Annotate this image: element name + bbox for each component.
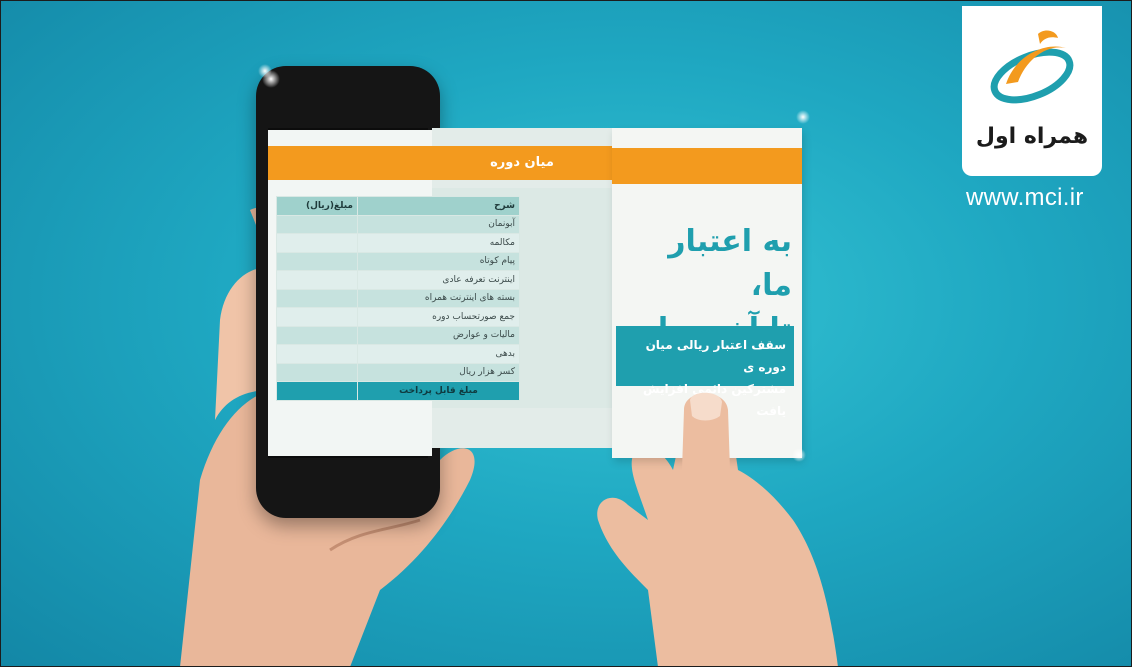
total-label: مبلغ قابل پرداخت	[357, 381, 520, 401]
row-label: اینترنت تعرفه عادی	[357, 270, 520, 290]
orange-band	[612, 148, 802, 184]
table-row: آبونمان	[276, 214, 520, 234]
table-header-row: شرح مبلغ(ریال)	[276, 196, 520, 216]
website-url: www.mci.ir	[966, 184, 1084, 211]
row-label: مالیات و عوارض	[357, 325, 520, 345]
subheadline-box: سقف اعتبار ریالی میان دوره ی مشترکین دائ…	[616, 326, 794, 418]
row-label: بدهی	[357, 344, 520, 364]
brand-name: همراه اول	[975, 124, 1089, 149]
headline-line-1: به اعتبار ما،	[668, 224, 792, 303]
table-row: مالیات و عوارض	[276, 325, 520, 345]
table-row: کسر هزار ریال	[276, 362, 520, 382]
header-amount: مبلغ(ریال)	[276, 196, 358, 216]
table-row: پیام کوتاه	[276, 251, 520, 271]
table-row: بسته های اینترنت همراه	[276, 288, 520, 308]
row-amount	[276, 362, 358, 382]
sparkle	[792, 448, 806, 462]
right-thumb-illustration	[682, 392, 730, 470]
row-label: پیام کوتاه	[357, 251, 520, 271]
table-row: بدهی	[276, 344, 520, 364]
mci-swoosh-logo-icon	[990, 30, 1074, 104]
total-amount	[276, 381, 358, 401]
brand-logo-card: همراه اول	[962, 6, 1102, 176]
row-amount	[276, 307, 358, 327]
row-label: کسر هزار ریال	[357, 362, 520, 382]
advertisement-canvas: میان دوره شرح مبلغ(ریال) آبونمان مکالمه …	[0, 0, 1132, 667]
row-amount	[276, 325, 358, 345]
bill-table: شرح مبلغ(ریال) آبونمان مکالمه پیام کوتاه…	[276, 196, 520, 401]
row-amount	[276, 270, 358, 290]
sparkle	[796, 110, 810, 124]
table-row: مکالمه	[276, 233, 520, 253]
table-row: اینترنت تعرفه عادی	[276, 270, 520, 290]
row-amount	[276, 214, 358, 234]
table-row: جمع صورتحساب دوره	[276, 307, 520, 327]
row-label: بسته های اینترنت همراه	[357, 288, 520, 308]
row-label: جمع صورتحساب دوره	[357, 307, 520, 327]
row-amount	[276, 233, 358, 253]
middle-title: میان دوره	[490, 155, 554, 170]
table-total-row: مبلغ قابل پرداخت	[276, 381, 520, 401]
row-label: مکالمه	[357, 233, 520, 253]
sparkle	[258, 64, 272, 78]
subheadline-line-1: سقف اعتبار ریالی میان دوره ی	[645, 338, 786, 374]
header-description: شرح	[357, 196, 520, 216]
row-amount	[276, 344, 358, 364]
orange-band	[268, 146, 432, 180]
row-amount	[276, 288, 358, 308]
row-label: آبونمان	[357, 214, 520, 234]
row-amount	[276, 251, 358, 271]
